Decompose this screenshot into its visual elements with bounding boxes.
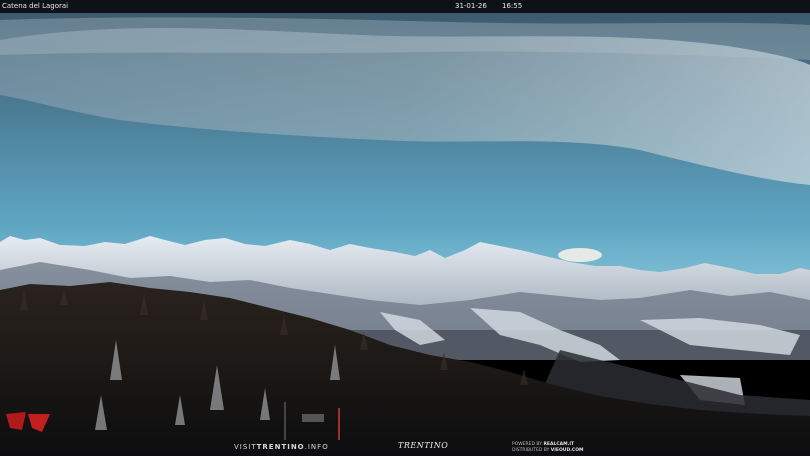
sign xyxy=(302,414,324,422)
powered-label: POWERED BY xyxy=(512,442,543,447)
brand-left-pre: VISIT xyxy=(234,443,257,451)
location-label: Catena del Lagorai xyxy=(2,2,69,10)
webcam-info-bar: Catena del Lagorai 31-01-26 16:55 xyxy=(0,0,810,13)
distributed-label: DISTRIBUTED BY xyxy=(512,448,550,453)
powered-value: REALCAM.IT xyxy=(543,442,575,447)
time-label: 16:55 xyxy=(502,2,523,10)
brand-left-bold: TRENTINO xyxy=(256,443,305,451)
distributed-value: VIEOUD.COM xyxy=(550,448,584,453)
pole xyxy=(284,402,286,442)
pole-2 xyxy=(338,408,340,440)
visittrentino-logo: VISITTRENTINO.INFO xyxy=(234,443,329,451)
date-label: 31-01-26 xyxy=(455,2,487,10)
credits: POWERED BY REALCAM.IT DISTRIBUTED BY VIE… xyxy=(512,442,584,454)
brand-left-post: .INFO xyxy=(304,443,329,451)
trentino-logo: TRENTINO xyxy=(398,441,449,450)
small-cloud xyxy=(558,248,602,262)
webcam-image xyxy=(0,0,810,456)
